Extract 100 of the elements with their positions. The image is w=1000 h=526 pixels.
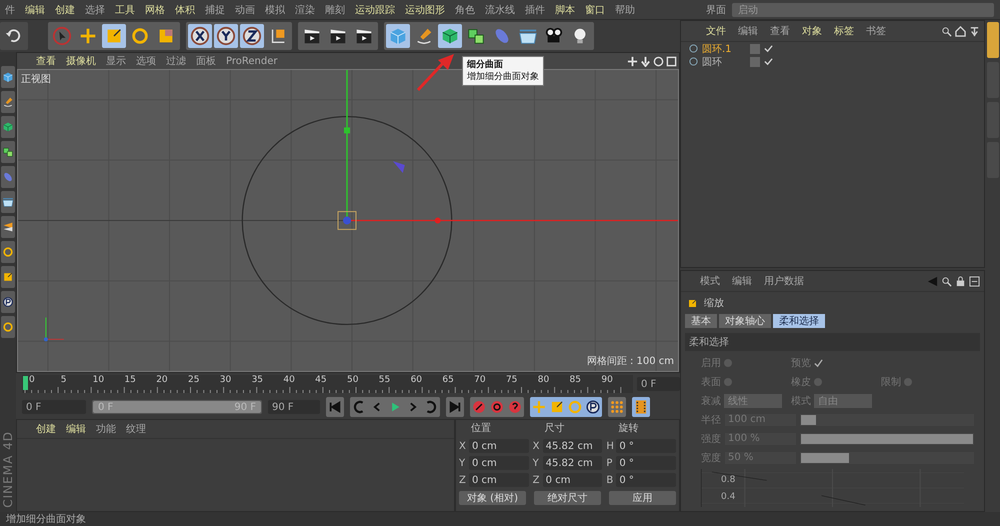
size-mode-dropdown[interactable]: 绝对尺寸 [534, 491, 601, 505]
menu-item[interactable]: 件 [0, 2, 20, 16]
attribute-tab[interactable]: 基本 [685, 314, 717, 328]
attribute-menu-item[interactable]: 编辑 [727, 274, 757, 288]
coordinate-mode-dropdown[interactable]: 对象 (相对) [459, 491, 526, 505]
view-menu-item[interactable]: 查看 [31, 54, 61, 68]
coordinate-field[interactable]: 0 ° [616, 456, 676, 470]
object-menu-item[interactable]: 文件 [701, 24, 731, 38]
side-tab[interactable] [986, 22, 998, 58]
view-menu-item[interactable]: ProRender [221, 56, 282, 66]
object-menu-item[interactable]: 查看 [765, 24, 795, 38]
menu-item[interactable]: 选择 [80, 2, 110, 16]
view-menu-item[interactable]: 显示 [101, 54, 131, 68]
side-tool-button[interactable] [1, 141, 15, 163]
checkbox[interactable] [724, 378, 732, 386]
menu-item[interactable]: 雕刻 [320, 2, 350, 16]
object-menu-item[interactable]: 编辑 [733, 24, 763, 38]
checkbox[interactable] [814, 378, 822, 386]
slider-track[interactable] [800, 452, 974, 464]
frame-number: 30 [220, 375, 232, 385]
coordinate-field[interactable]: 0 cm [469, 456, 529, 470]
coordinate-header: 位置 [470, 422, 492, 436]
menu-item[interactable]: 脚本 [550, 2, 580, 16]
material-menu-item[interactable]: 编辑 [61, 422, 91, 436]
menu-item[interactable]: 工具 [110, 2, 140, 16]
option-label: 橡皮 [791, 376, 811, 389]
coordinate-field[interactable]: 0 ° [616, 439, 676, 453]
axis-gizmo [44, 317, 64, 342]
section-header: 柔和选择 [685, 333, 980, 351]
toolbar-button[interactable] [188, 24, 212, 48]
pin-icon[interactable] [969, 26, 980, 36]
slider-track[interactable] [800, 414, 974, 426]
menu-item[interactable]: 窗口 [580, 2, 610, 16]
view-menu-item[interactable]: 面板 [191, 54, 221, 68]
view-menu-item[interactable]: 摄像机 [61, 54, 101, 68]
coordinate-field[interactable]: 0 cm [542, 473, 602, 487]
maximize-icon[interactable] [666, 56, 677, 66]
checkbox[interactable] [724, 359, 732, 367]
timeline-ruler[interactable]: 0 5 10 15 20 25 30 35 40 45 50 55 60 65 70 75 80 85 90 [22, 375, 633, 393]
side-tool-button[interactable] [1, 216, 15, 238]
new-panel-icon[interactable] [969, 276, 980, 286]
menu-item[interactable]: 网格 [140, 2, 170, 16]
frame-number: 40 [283, 375, 296, 385]
material-menu-item[interactable]: 功能 [91, 422, 121, 436]
frame-number: 25 [188, 375, 200, 385]
menu-item[interactable]: 运动图形 [400, 2, 450, 16]
rotate-view-icon[interactable] [653, 56, 664, 66]
view-menu-item[interactable]: 选项 [131, 54, 161, 68]
checkbox[interactable] [904, 378, 912, 386]
object-name[interactable]: 圆环 [702, 54, 746, 68]
object-menu-item[interactable]: 标签 [829, 24, 859, 38]
axis-label: H [606, 440, 614, 452]
view-menu-item[interactable]: 过滤 [161, 54, 191, 68]
axis-label: P [606, 458, 614, 468]
attribute-menu-item[interactable]: 用户数据 [759, 274, 809, 288]
object-name[interactable]: 圆环.1 [702, 42, 746, 56]
side-tool-button[interactable] [1, 191, 15, 213]
down-arrow-icon[interactable] [640, 56, 651, 66]
attribute-tab[interactable]: 对象轴心 [719, 314, 771, 328]
coordinate-field[interactable]: 45.82 cm [542, 439, 602, 453]
menu-item[interactable]: 流水线 [480, 2, 520, 16]
menu-item[interactable]: 体积 [170, 2, 200, 16]
menu-item[interactable]: 动画 [230, 2, 260, 16]
coordinate-field[interactable]: 0 cm [469, 439, 529, 453]
toolbar-button[interactable] [214, 24, 238, 48]
coordinate-field[interactable]: 45.82 cm [542, 456, 602, 470]
checkbox[interactable] [814, 358, 823, 368]
menu-item[interactable]: 角色 [450, 2, 480, 16]
attribute-tab[interactable]: 柔和选择 [773, 314, 825, 328]
search-icon[interactable] [941, 26, 952, 36]
current-frame-field[interactable]: 0 F [637, 377, 680, 391]
apply-button[interactable]: 应用 [609, 491, 676, 505]
menu-item[interactable]: 帮助 [610, 2, 640, 16]
ring-icon [2, 321, 14, 333]
menu-item[interactable]: 插件 [520, 2, 550, 16]
skip-forward-icon [447, 399, 463, 415]
material-menu-item[interactable]: 纹理 [121, 422, 151, 436]
menu-item[interactable]: 创建 [50, 2, 80, 16]
side-tool-button[interactable] [1, 291, 15, 313]
home-icon[interactable] [955, 26, 966, 36]
coordinate-field[interactable]: 0 ° [616, 473, 676, 487]
material-menu-item[interactable]: 创建 [31, 422, 61, 436]
menu-item[interactable]: 运动跟踪 [350, 2, 400, 16]
menu-item[interactable]: 渲染 [290, 2, 320, 16]
side-tool-button[interactable] [1, 266, 15, 288]
lock-icon[interactable] [955, 276, 966, 286]
axis-label: B [606, 474, 614, 486]
move-view-icon[interactable] [627, 56, 638, 66]
object-menu-item[interactable]: 对象 [797, 24, 827, 38]
option-label: 模式 [791, 394, 811, 408]
end-frame-field[interactable]: 90 F [268, 400, 320, 414]
search-icon[interactable] [941, 276, 952, 286]
attribute-menu-item[interactable]: 模式 [695, 274, 725, 288]
object-menu-item[interactable]: 书签 [861, 24, 891, 38]
menu-item[interactable]: 捕捉 [200, 2, 230, 16]
coordinate-field[interactable]: 0 cm [469, 473, 529, 487]
start-frame-field[interactable]: 0 F [22, 400, 86, 414]
menu-item[interactable]: 模拟 [260, 2, 290, 16]
menu-item[interactable]: 编辑 [20, 2, 50, 16]
toolbar-button[interactable] [240, 24, 264, 48]
